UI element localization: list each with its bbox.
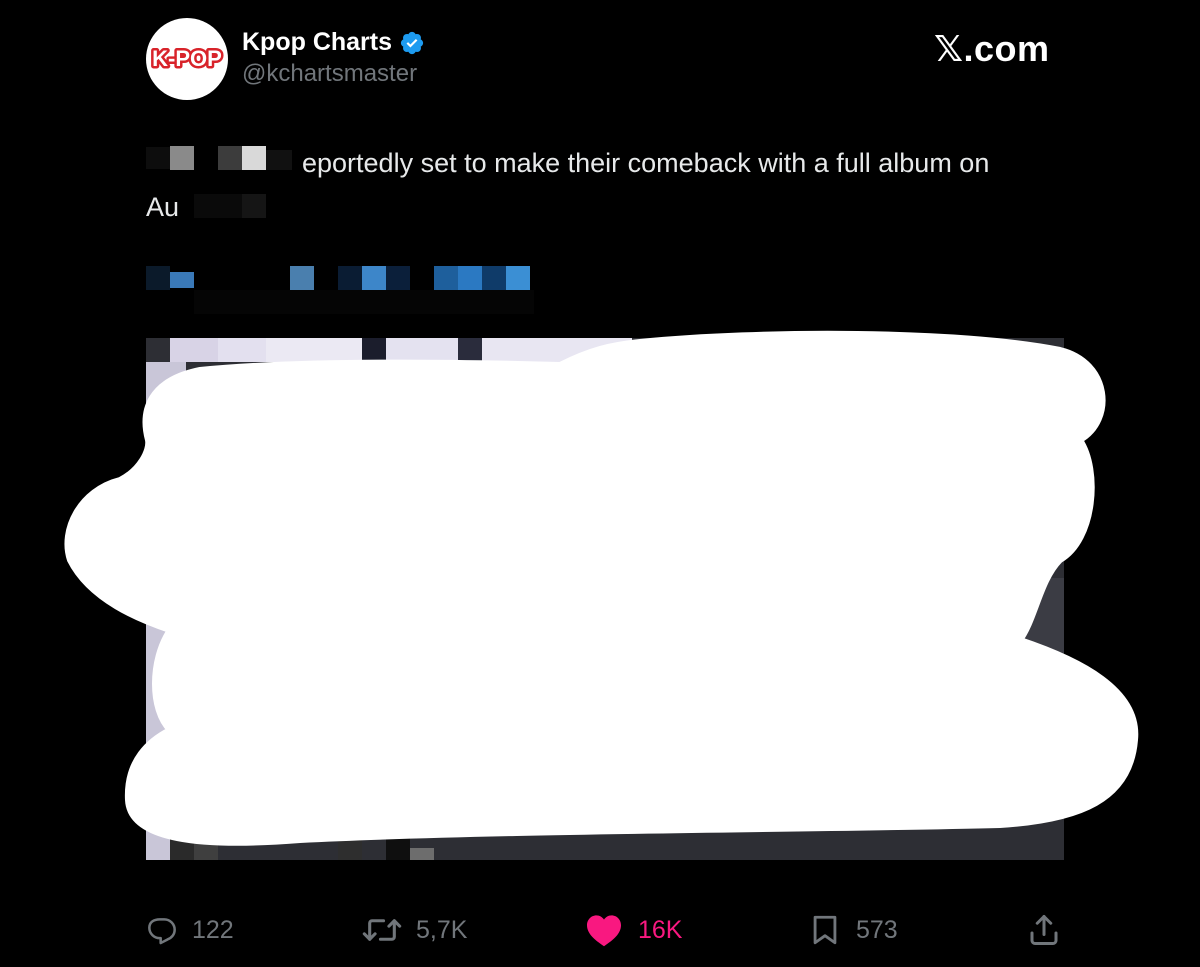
pixel-redaction [386, 338, 458, 362]
kpop-logo: K-POP K-POP [148, 45, 226, 73]
share-icon [1030, 915, 1058, 945]
pixel-redaction [338, 266, 362, 290]
pixel-redaction [386, 266, 410, 290]
pixel-redaction [170, 836, 194, 860]
reply-count: 122 [192, 915, 234, 944]
user-handle[interactable]: @kchartsmaster [242, 60, 417, 88]
reply-button[interactable]: 122 [146, 910, 234, 950]
pixel-redaction [482, 266, 506, 290]
pixel-redaction [410, 848, 434, 860]
display-name-row[interactable]: Kpop Charts [242, 28, 425, 57]
pixel-redaction [194, 194, 242, 218]
profile-avatar[interactable]: K-POP K-POP [146, 18, 228, 100]
bookmark-icon [813, 915, 837, 945]
pixel-redaction [482, 338, 632, 362]
pixel-redaction [506, 266, 530, 290]
pixel-redaction [218, 146, 242, 170]
pixel-redaction [1010, 578, 1064, 678]
tweet-screenshot: K-POP K-POP Kpop Charts @kchartsmaster 𝕏… [0, 0, 1200, 967]
heart-icon [587, 915, 621, 947]
pixel-redaction [458, 338, 482, 362]
pixel-redaction [146, 147, 170, 169]
svg-text:K-POP: K-POP [152, 46, 222, 71]
pixel-redaction [170, 272, 194, 288]
pixel-redaction [194, 836, 218, 860]
pixel-redaction [242, 146, 266, 170]
retweet-count: 5,7K [416, 915, 468, 944]
pixel-redaction [338, 836, 362, 860]
pixel-redaction [146, 266, 170, 290]
retweet-icon [362, 919, 402, 941]
pixel-redaction [386, 836, 410, 860]
pixel-redaction [458, 266, 482, 290]
reply-icon [148, 918, 176, 945]
retweet-button[interactable]: 5,7K [362, 910, 467, 950]
pixel-redaction [218, 338, 266, 362]
pixel-redaction [266, 150, 292, 170]
pixel-redaction [362, 338, 386, 362]
bookmark-button[interactable]: 573 [808, 910, 898, 950]
tweet-text-line-1: eportedly set to make their comeback wit… [302, 148, 990, 178]
tweet-media-image[interactable] [146, 338, 1064, 860]
pixel-redaction [146, 362, 186, 860]
like-button[interactable]: 16K [584, 910, 682, 950]
pixel-redaction [434, 266, 458, 290]
pixel-redaction [362, 266, 386, 290]
pixel-redaction [290, 266, 314, 290]
pixel-redaction [242, 194, 266, 218]
share-button[interactable] [1026, 910, 1076, 950]
pixel-redaction [194, 290, 534, 314]
display-name[interactable]: Kpop Charts [242, 28, 392, 57]
pixel-redaction [170, 146, 194, 170]
verified-badge-icon [399, 30, 425, 56]
pixel-redaction [266, 338, 362, 362]
x-brand-watermark: 𝕏.com [934, 28, 1050, 69]
tweet-text-line-2: Au [146, 192, 180, 222]
pixel-redaction [170, 338, 218, 362]
like-count: 16K [638, 915, 683, 944]
bookmark-count: 573 [856, 915, 898, 944]
